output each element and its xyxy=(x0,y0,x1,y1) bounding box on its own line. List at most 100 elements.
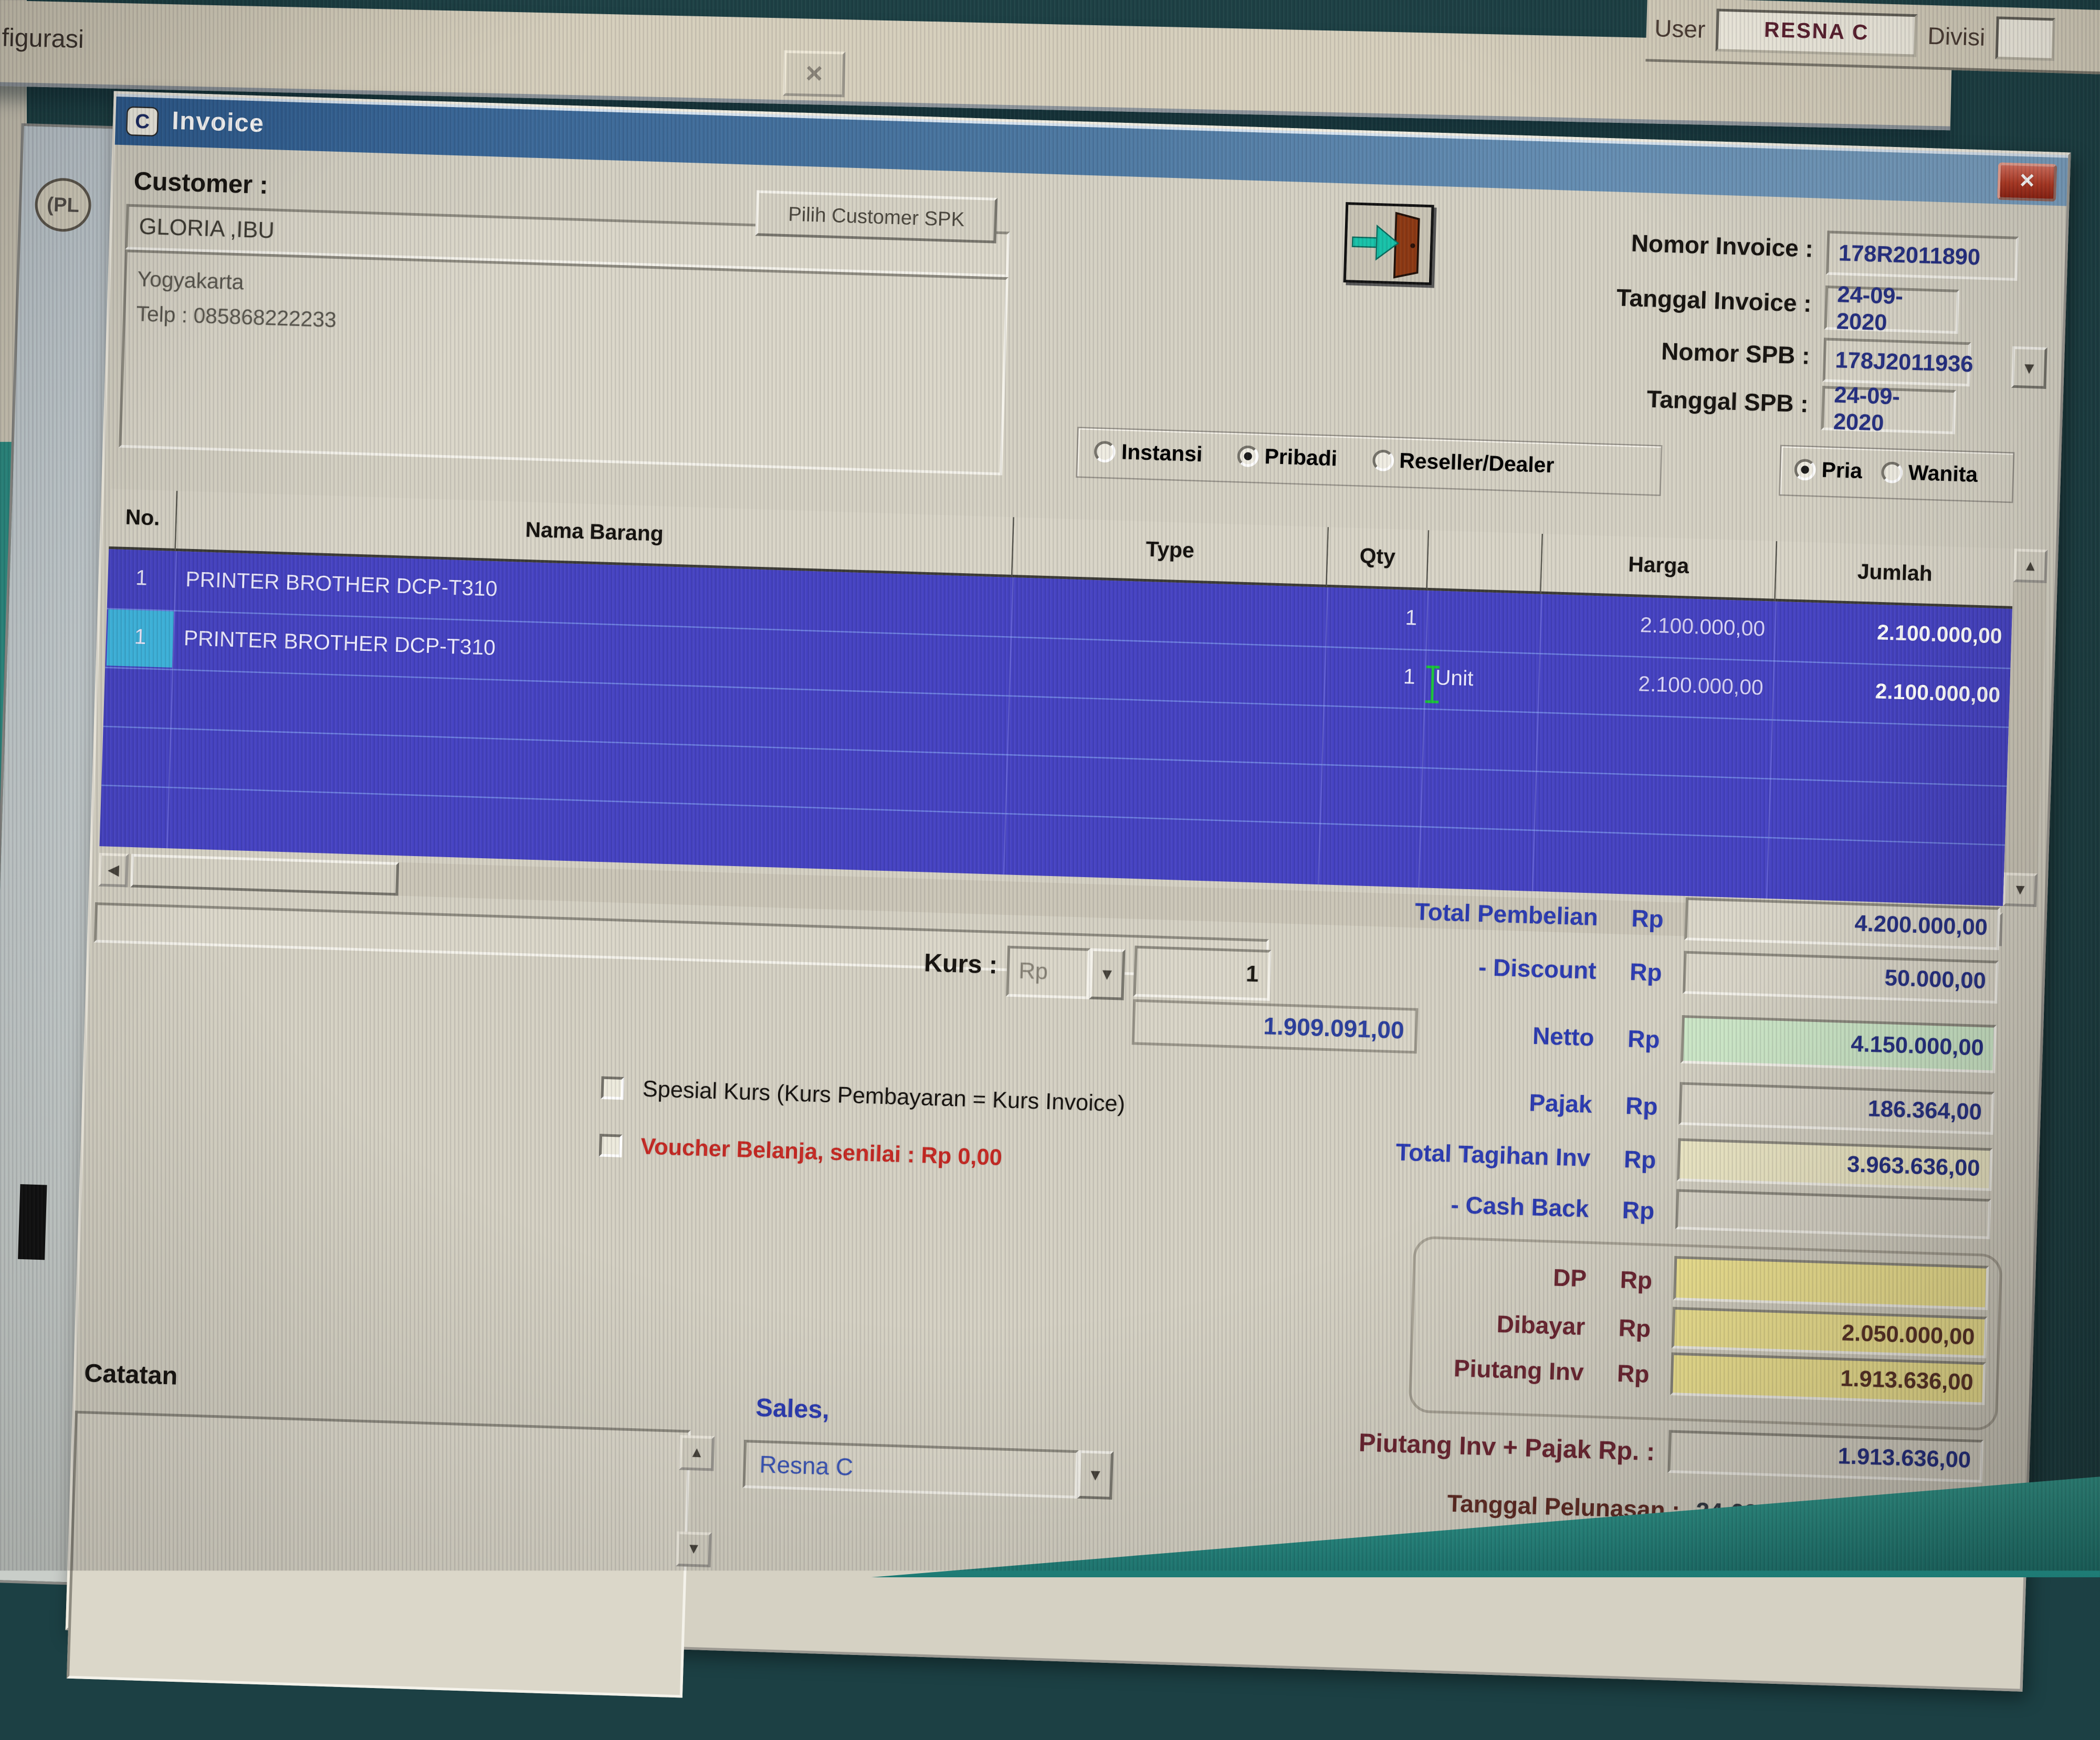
cell-no: 1 xyxy=(107,609,174,668)
tanggal-spb-label: Tanggal SPB : xyxy=(1460,380,1809,419)
radio-pria[interactable]: Pria xyxy=(1794,459,1863,485)
voucher-label: Voucher Belanja, senilai : Rp 0,00 xyxy=(640,1134,1003,1172)
app-logo-icon: (PL xyxy=(34,177,92,233)
total-tagihan-field[interactable]: 3.963.636,00 xyxy=(1677,1138,1993,1191)
cell-no: 1 xyxy=(107,549,176,610)
sales-label: Sales, xyxy=(755,1395,830,1426)
pajak-field[interactable]: 186.364,00 xyxy=(1678,1082,1994,1134)
rp-label: Rp xyxy=(1625,1092,1658,1121)
arrow-down-icon: ▼ xyxy=(686,1541,701,1557)
close-icon: × xyxy=(2019,167,2035,197)
catatan-textarea[interactable] xyxy=(67,1411,691,1698)
arrow-up-icon: ▲ xyxy=(2023,557,2038,574)
radio-icon xyxy=(1881,461,1903,483)
cash-back-field[interactable] xyxy=(1675,1189,1991,1239)
kurs-value-field[interactable]: 1 xyxy=(1133,946,1271,1001)
radio-icon xyxy=(1372,449,1394,471)
catatan-scroll-up-button[interactable]: ▲ xyxy=(679,1435,715,1471)
window-title: Invoice xyxy=(171,108,265,140)
cell-jumlah: 2.100.000,00 xyxy=(1772,660,2001,726)
total-pembelian-field[interactable]: 4.200.000,00 xyxy=(1684,898,2000,950)
background-close-button[interactable]: × xyxy=(783,50,845,97)
kurs-dropdown-button[interactable]: ▼ xyxy=(1089,948,1125,1000)
arrow-left-icon: ◀ xyxy=(108,861,120,879)
nomor-spb-dropdown-button[interactable]: ▼ xyxy=(2011,346,2048,389)
customer-name: GLORIA ,IBU xyxy=(139,214,275,245)
col-unit[interactable] xyxy=(1427,530,1543,594)
cell-harga: 2.100.000,00 xyxy=(1537,653,1764,719)
cell-unit: Unit xyxy=(1434,650,1530,712)
divisi-label: Divisi xyxy=(1927,22,1986,52)
sales-combo[interactable]: Resna C xyxy=(742,1440,1078,1499)
radio-label: Reseller/Dealer xyxy=(1399,450,1555,478)
radio-label: Pribadi xyxy=(1264,446,1338,471)
nomor-spb-field[interactable]: 178J2011936 xyxy=(1822,338,1971,386)
tanggal-invoice-label: Tanggal Invoice : xyxy=(1463,279,1812,318)
spesial-kurs-label: Spesial Kurs (Kurs Pembayaran = Kurs Inv… xyxy=(642,1076,1126,1118)
netto-field[interactable]: 4.150.000,00 xyxy=(1681,1015,1997,1073)
currency-value: Rp xyxy=(1018,958,1048,986)
kurs-currency-field[interactable]: Rp xyxy=(1006,946,1090,999)
rp-label: Rp xyxy=(1618,1314,1651,1343)
nomor-spb-label: Nomor SPB : xyxy=(1462,332,1811,371)
col-qty[interactable]: Qty xyxy=(1327,527,1430,590)
discount-field[interactable]: 50.000,00 xyxy=(1683,951,1999,1004)
discount-label: - Discount xyxy=(1301,948,1597,986)
scroll-down-button[interactable]: ▼ xyxy=(2003,872,2038,907)
radio-selected-icon xyxy=(1237,445,1259,467)
rp-label: Rp xyxy=(1622,1197,1655,1226)
items-grid[interactable]: 1 PRINTER BROTHER DCP-T310 1 2.100.000,0… xyxy=(99,549,2012,906)
nomor-invoice-label: Nomor Invoice : xyxy=(1465,225,1814,263)
cell-qty: 1 xyxy=(1325,587,1418,649)
close-button[interactable]: × xyxy=(1997,162,2057,202)
rp-label: Rp xyxy=(1623,1146,1656,1175)
total-tagihan-label: Total Tagihan Inv xyxy=(1296,1136,1591,1173)
radio-wanita[interactable]: Wanita xyxy=(1881,461,1978,489)
customer-label: Customer : xyxy=(133,168,268,202)
window-icon: C xyxy=(126,106,159,136)
cell-harga: 2.100.000,00 xyxy=(1539,594,1766,660)
arrow-down-icon: ▼ xyxy=(2013,881,2028,898)
photographed-screen: figurasi × User RESNA C Divisi (PL C Inv… xyxy=(0,0,2100,1570)
pajak-label: Pajak xyxy=(1297,1082,1593,1120)
rp-label: Rp xyxy=(1616,1360,1650,1389)
user-field[interactable]: RESNA C xyxy=(1716,8,1918,57)
nomor-invoice-field[interactable]: 178R2011890 xyxy=(1826,230,2019,281)
menu-text-partial: figurasi xyxy=(2,25,84,56)
scroll-up-button[interactable]: ▲ xyxy=(2013,549,2048,583)
kurs-label: Kurs : xyxy=(812,946,998,982)
close-icon: × xyxy=(805,56,823,91)
sales-dropdown-button[interactable]: ▼ xyxy=(1077,1450,1114,1500)
tanggal-invoice-field[interactable]: 24-09-2020 xyxy=(1824,286,1960,334)
radio-pribadi[interactable]: Pribadi xyxy=(1237,445,1338,472)
exit-door-icon[interactable] xyxy=(1343,202,1434,285)
radio-label: Wanita xyxy=(1908,462,1978,488)
cell-qty: 1 xyxy=(1323,646,1416,708)
customer-address-field[interactable]: Yogyakarta Telp : 085868222233 xyxy=(119,249,1009,475)
scroll-left-button[interactable]: ◀ xyxy=(98,853,129,888)
rp-label: Rp xyxy=(1620,1267,1653,1295)
chevron-down-icon: ▼ xyxy=(1087,1465,1104,1485)
radio-instansi[interactable]: Instansi xyxy=(1094,441,1203,468)
cash-back-label: - Cash Back xyxy=(1294,1186,1589,1224)
rp-label: Rp xyxy=(1629,958,1662,987)
radio-reseller-dealer[interactable]: Reseller/Dealer xyxy=(1371,449,1554,479)
divisi-field[interactable] xyxy=(1996,16,2055,61)
cell-jumlah: 2.100.000,00 xyxy=(1773,602,2003,668)
invoice-window: C Invoice × Customer : GLORIA ,IBU Yogya… xyxy=(66,91,2071,1691)
scrollbar-thumb[interactable] xyxy=(130,854,399,896)
col-harga[interactable]: Harga xyxy=(1541,534,1778,602)
spesial-kurs-checkbox[interactable] xyxy=(601,1076,624,1100)
voucher-checkbox[interactable] xyxy=(599,1134,623,1157)
radio-label: Instansi xyxy=(1121,441,1203,467)
col-jumlah[interactable]: Jumlah xyxy=(1776,541,2014,609)
piutang-pajak-field[interactable]: 1.913.636,00 xyxy=(1667,1430,1983,1482)
rp-label: Rp xyxy=(1631,905,1664,934)
col-type[interactable]: Type xyxy=(1012,517,1329,587)
pilih-customer-spk-button[interactable]: Pilih Customer SPK xyxy=(755,191,998,244)
catatan-scroll-down-button[interactable]: ▼ xyxy=(676,1532,711,1567)
col-no[interactable]: No. xyxy=(109,489,177,551)
radio-icon xyxy=(1094,441,1116,463)
radio-selected-icon xyxy=(1794,459,1816,481)
tanggal-spb-field[interactable]: 24-09-2020 xyxy=(1821,386,1957,434)
